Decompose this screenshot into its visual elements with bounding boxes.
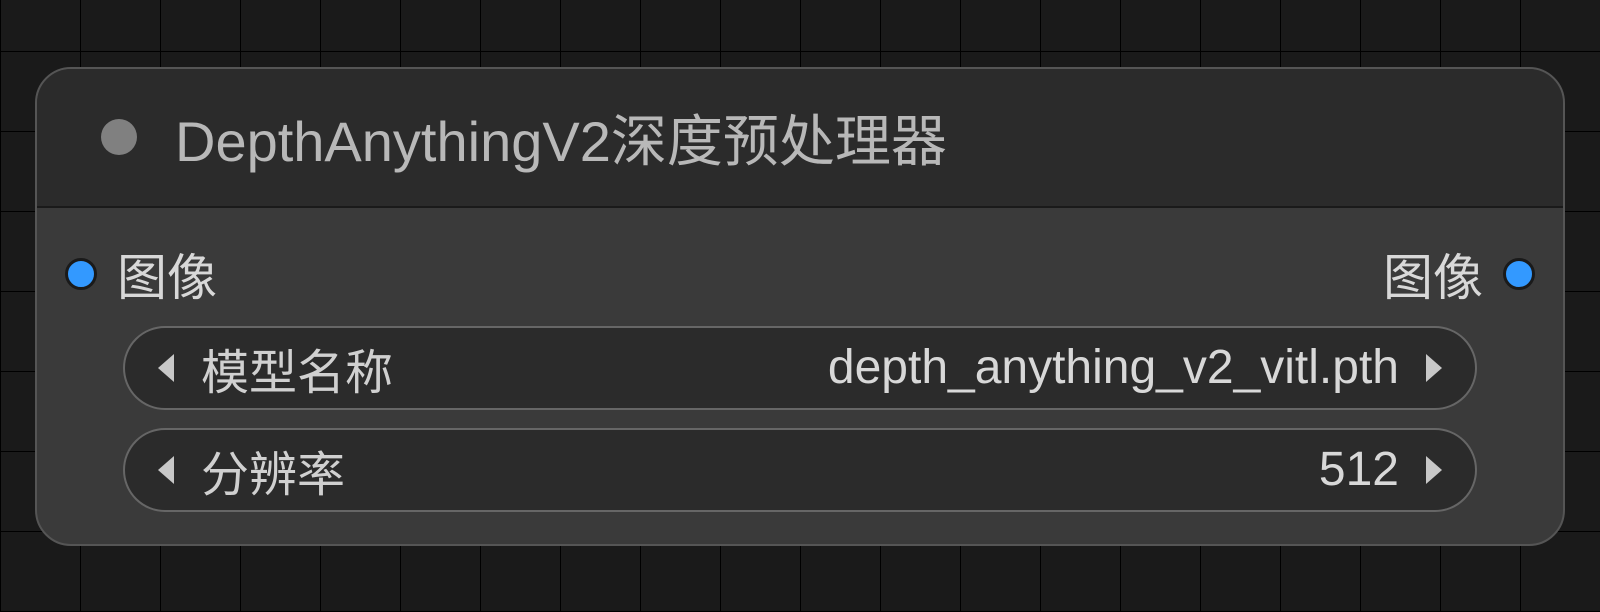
widget-resolution-label: 分辨率: [201, 435, 345, 505]
widget-resolution-value: 512: [345, 442, 1399, 497]
arrow-left-icon[interactable]: [141, 354, 191, 382]
input-port-label: 图像: [117, 238, 217, 310]
node-body: 图像 图像 模型名称 depth_anything_v2_vitl.pth: [37, 208, 1563, 544]
ports-row: 图像 图像: [55, 238, 1545, 310]
input-port-dot-icon[interactable]: [65, 258, 97, 290]
output-port-dot-icon[interactable]: [1503, 258, 1535, 290]
widget-resolution[interactable]: 分辨率 512: [123, 428, 1477, 512]
collapse-dot-icon[interactable]: [101, 119, 137, 155]
arrow-right-icon[interactable]: [1409, 354, 1459, 382]
arrow-left-icon[interactable]: [141, 456, 191, 484]
widget-model-label: 模型名称: [201, 333, 393, 403]
widget-model-name[interactable]: 模型名称 depth_anything_v2_vitl.pth: [123, 326, 1477, 410]
node-title: DepthAnythingV2深度预处理器: [175, 97, 947, 178]
input-port-image[interactable]: 图像: [65, 238, 217, 310]
widgets-container: 模型名称 depth_anything_v2_vitl.pth 分辨率 512: [55, 326, 1545, 512]
arrow-right-icon[interactable]: [1409, 456, 1459, 484]
node-container[interactable]: DepthAnythingV2深度预处理器 图像 图像 模型名称 depth_a…: [35, 67, 1565, 546]
output-port-label: 图像: [1383, 238, 1483, 310]
output-port-image[interactable]: 图像: [1383, 238, 1535, 310]
node-header[interactable]: DepthAnythingV2深度预处理器: [37, 69, 1563, 208]
widget-model-value: depth_anything_v2_vitl.pth: [393, 340, 1399, 395]
